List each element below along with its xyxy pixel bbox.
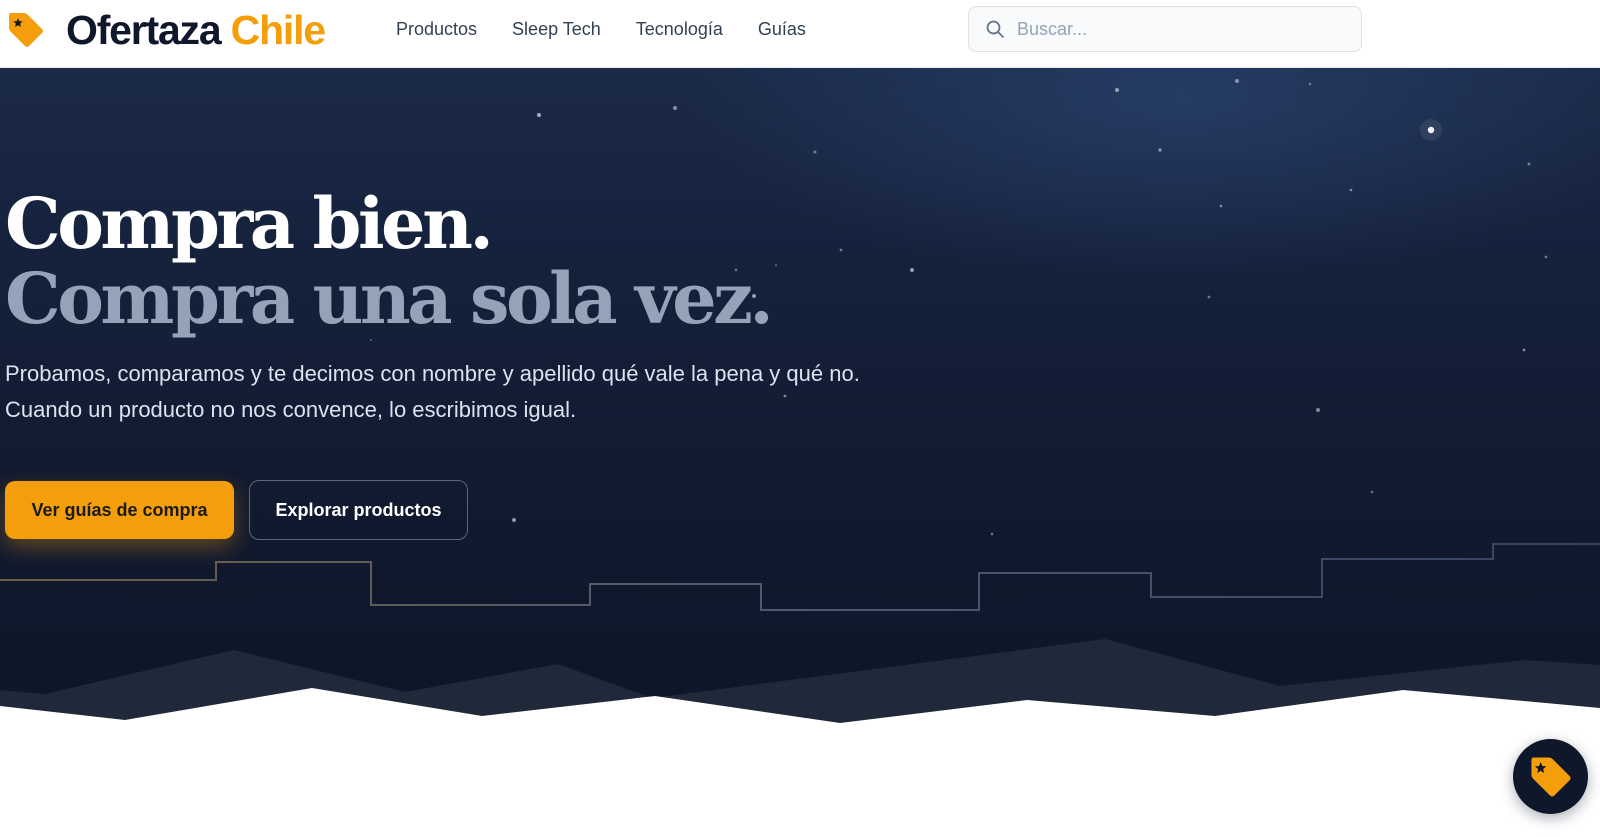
hero-section: Compra bien. Compra una sola vez. Probam… — [0, 68, 1600, 758]
site-header: Ofertaza Chile Productos Sleep Tech Tecn… — [0, 0, 1600, 68]
price-tag-star-icon — [1530, 756, 1571, 797]
price-tag-star-icon — [9, 13, 43, 47]
hero-subtitle: Probamos, comparamos y te decimos con no… — [5, 356, 945, 428]
brand-name-part2: Chile — [230, 6, 326, 53]
hero-title-line2: Compra una sola vez. — [5, 257, 774, 340]
brand-logo[interactable]: Ofertaza Chile — [6, 6, 326, 54]
hero-title-line1: Compra bien. — [5, 182, 494, 265]
buying-guides-button[interactable]: Ver guías de compra — [5, 481, 234, 539]
nav-link-guias[interactable]: Guías — [758, 19, 806, 40]
hero-subtitle-line1: Probamos, comparamos y te decimos con no… — [5, 361, 860, 386]
main-nav: Productos Sleep Tech Tecnología Guías — [396, 0, 841, 58]
floating-deals-button[interactable] — [1513, 739, 1588, 814]
nav-link-productos[interactable]: Productos — [396, 19, 477, 40]
hero-title: Compra bien. Compra una sola vez. — [5, 182, 774, 340]
search-icon — [986, 20, 1004, 38]
brand-name-part1: Ofertaza — [66, 6, 222, 53]
search-box — [968, 6, 1362, 52]
nav-link-sleep-tech[interactable]: Sleep Tech — [512, 19, 601, 40]
explore-products-button[interactable]: Explorar productos — [249, 480, 468, 540]
search-input[interactable] — [1015, 17, 1335, 41]
hero-subtitle-line2: Cuando un producto no nos convence, lo e… — [5, 397, 577, 422]
nav-link-tecnologia[interactable]: Tecnología — [636, 19, 723, 40]
brand-name: Ofertaza Chile — [66, 6, 326, 53]
